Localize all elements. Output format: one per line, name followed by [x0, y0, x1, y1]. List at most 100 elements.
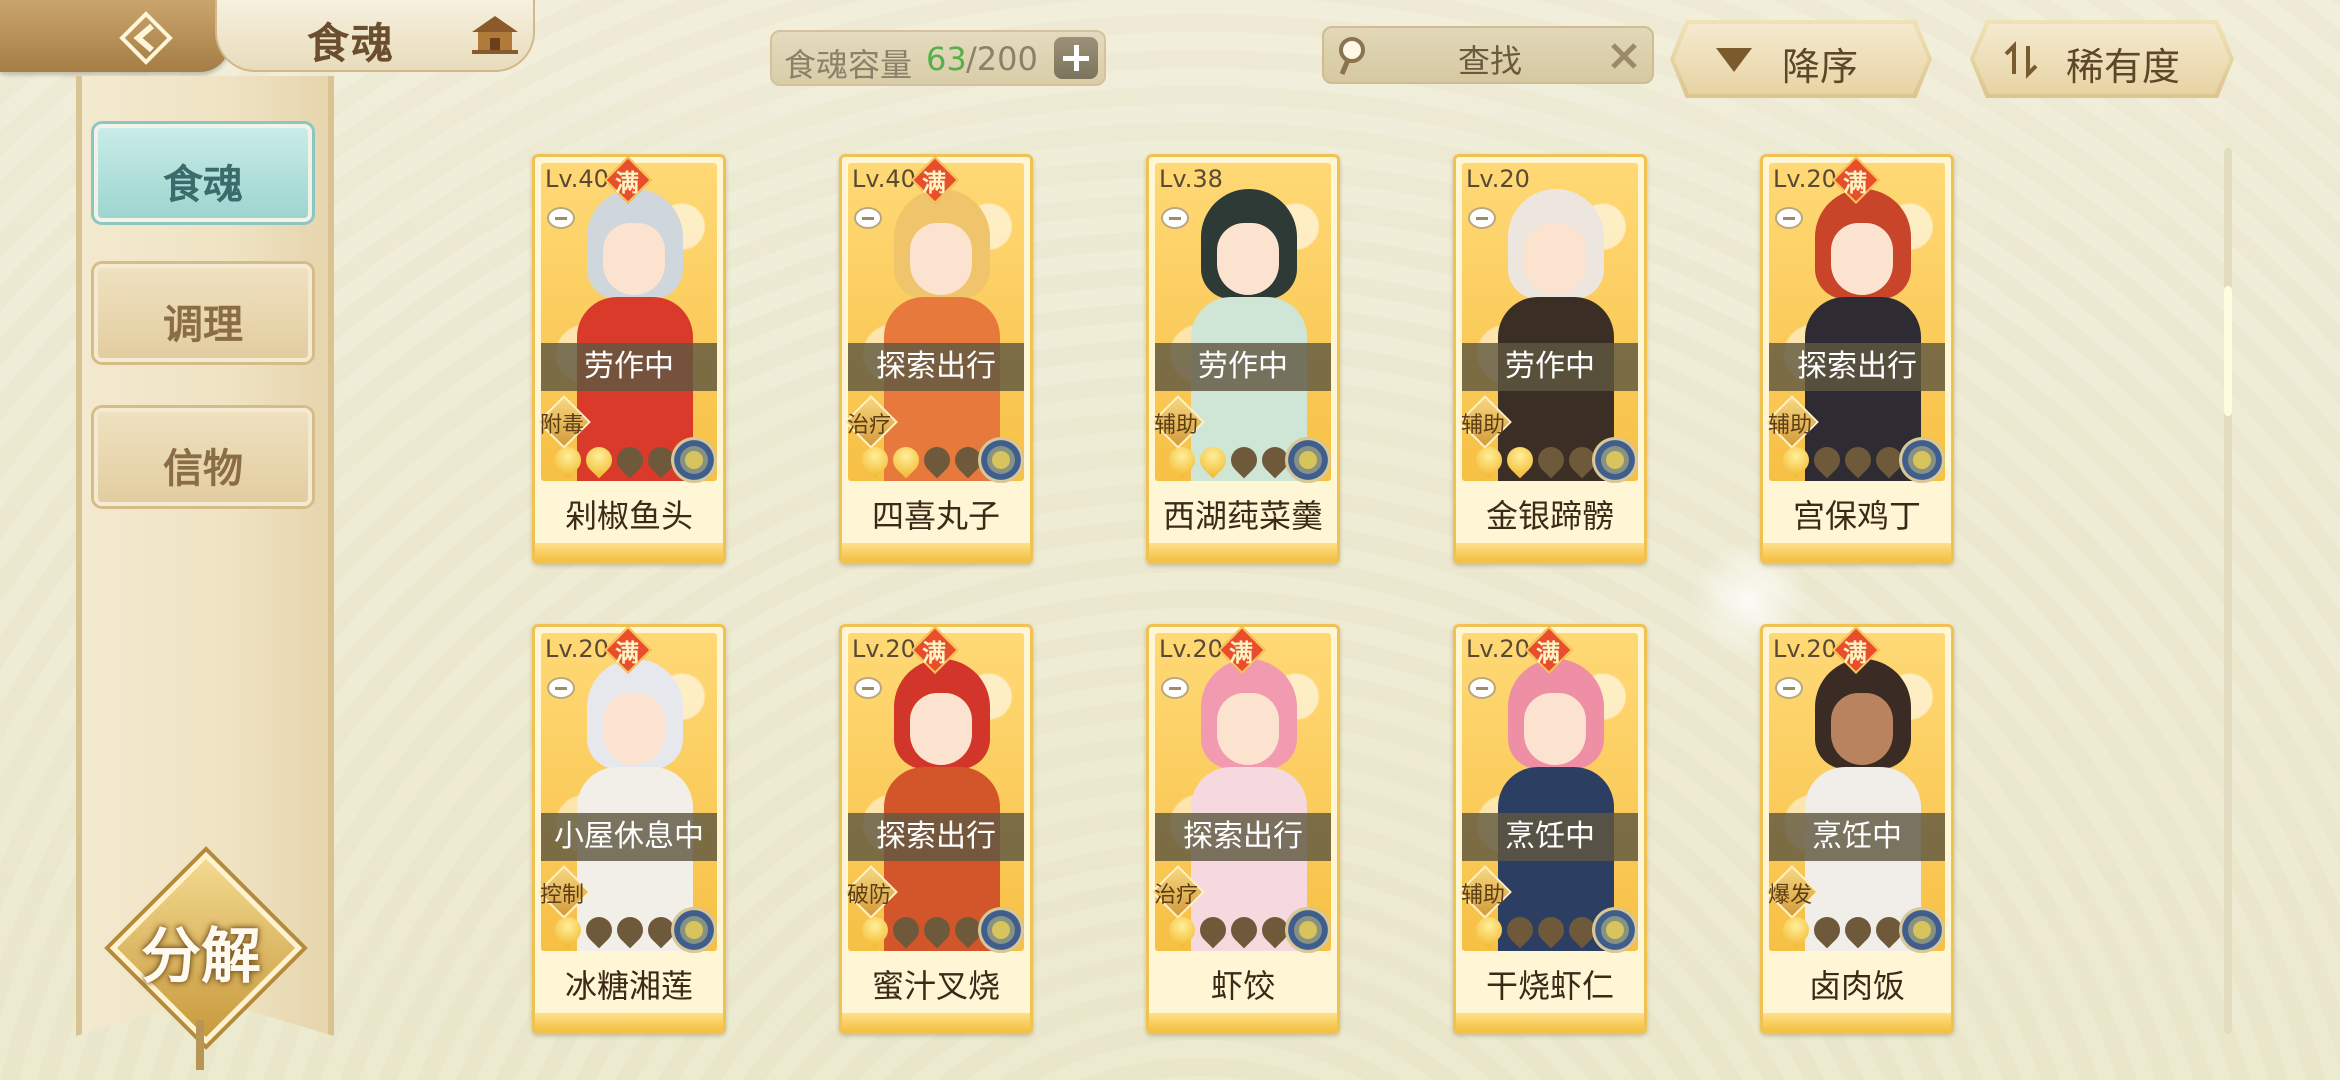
full-badge: 满 [603, 155, 653, 205]
card-name: 卤肉饭 [1808, 967, 1905, 1005]
sidebar-item-label: 信物 [163, 445, 243, 492]
full-badge: 满 [1524, 625, 1574, 675]
level-label: Lv.20 [1773, 635, 1837, 663]
level-label: Lv.20 [1466, 635, 1530, 663]
sort-rarity-button[interactable]: 稀有度 [1970, 20, 2234, 98]
flower-element-icon [1899, 437, 1945, 483]
food-soul-card[interactable]: Lv.20 劳作中 辅助 金银蹄髈 [1453, 154, 1647, 564]
status-banner: 探索出行 [848, 813, 1024, 861]
card-name: 蜜汁叉烧 [871, 967, 1000, 1005]
flower-element-icon [978, 437, 1024, 483]
mood-icon [1468, 677, 1496, 699]
full-badge: 满 [910, 625, 960, 675]
food-soul-card[interactable]: Lv.20 满 探索出行 破防 蜜汁叉烧 [839, 624, 1033, 1034]
mood-icon [1161, 207, 1189, 229]
status-banner: 探索出行 [1155, 813, 1331, 861]
food-soul-card[interactable]: Lv.20 满 烹饪中 辅助 干烧虾仁 [1453, 624, 1647, 1034]
search-input[interactable]: 查找 [1458, 36, 1522, 82]
card-name: 剁椒鱼头 [564, 497, 693, 535]
capacity-display: 食魂容量 63 /200 [770, 30, 1106, 86]
status-banner: 劳作中 [1155, 343, 1331, 391]
card-name: 冰糖湘莲 [564, 967, 693, 1005]
role-badge: 治疗 [1151, 865, 1205, 919]
mood-icon [854, 677, 882, 699]
search-icon [1339, 37, 1365, 75]
back-button[interactable] [0, 0, 230, 72]
level-label: Lv.38 [1159, 165, 1223, 193]
full-badge: 满 [1217, 625, 1267, 675]
level-label: Lv.20 [545, 635, 609, 663]
role-badge: 辅助 [1458, 865, 1512, 919]
food-soul-card[interactable]: Lv.20 满 小屋休息中 控制 冰糖湘莲 [532, 624, 726, 1034]
decompose-label: 分解 [141, 922, 261, 992]
decompose-button[interactable]: 分解 [109, 851, 303, 1045]
tassel-decoration [196, 1020, 204, 1070]
level-label: Lv.20 [1466, 165, 1530, 193]
card-name: 宫保鸡丁 [1792, 497, 1921, 535]
sidebar-item-token[interactable]: 信物 [94, 408, 312, 506]
full-badge: 满 [1831, 625, 1881, 675]
food-soul-card[interactable]: Lv.40 满 探索出行 治疗 四喜丸子 [839, 154, 1033, 564]
page-title: 食魂 [307, 19, 396, 68]
sort-arrows-icon [2004, 41, 2038, 79]
card-name: 西湖莼菜羹 [1162, 497, 1323, 535]
card-name: 四喜丸子 [871, 497, 1000, 535]
sort-rarity-label: 稀有度 [2066, 45, 2181, 89]
mood-icon [1775, 207, 1803, 229]
top-bar: 食魂 食魂容量 63 /200 查找 降序 稀有度 [0, 0, 2340, 98]
full-badge: 满 [603, 625, 653, 675]
role-badge: 辅助 [1151, 395, 1205, 449]
capacity-current: 63 [926, 40, 967, 78]
food-soul-card[interactable]: Lv.20 满 探索出行 治疗 虾饺 [1146, 624, 1340, 1034]
capacity-label: 食魂容量 [784, 46, 913, 84]
sidebar-item-food-soul[interactable]: 食魂 [94, 124, 312, 222]
search-box[interactable]: 查找 [1322, 26, 1654, 84]
card-name: 金银蹄髈 [1485, 497, 1614, 535]
triangle-down-icon [1716, 48, 1752, 72]
flower-element-icon [978, 907, 1024, 953]
capacity-max: /200 [966, 40, 1038, 78]
role-badge: 辅助 [1458, 395, 1512, 449]
role-badge: 破防 [844, 865, 898, 919]
status-banner: 探索出行 [1769, 343, 1945, 391]
flower-element-icon [1285, 907, 1331, 953]
back-arrow-icon [119, 11, 173, 65]
flower-element-icon [671, 437, 717, 483]
food-soul-card[interactable]: Lv.20 满 烹饪中 爆发 卤肉饭 [1760, 624, 1954, 1034]
flower-element-icon [1592, 437, 1638, 483]
status-banner: 探索出行 [848, 343, 1024, 391]
close-icon[interactable] [1608, 40, 1640, 72]
add-capacity-button[interactable] [1054, 37, 1098, 79]
home-icon[interactable] [470, 14, 520, 56]
scrollbar-thumb[interactable] [2224, 286, 2232, 416]
card-name: 虾饺 [1210, 967, 1275, 1005]
full-badge: 满 [910, 155, 960, 205]
role-badge: 爆发 [1765, 865, 1819, 919]
food-soul-card[interactable]: Lv.20 满 探索出行 辅助 宫保鸡丁 [1760, 154, 1954, 564]
mood-icon [1468, 207, 1496, 229]
sidebar-item-tuning[interactable]: 调理 [94, 264, 312, 362]
status-banner: 烹饪中 [1769, 813, 1945, 861]
role-badge: 控制 [537, 865, 591, 919]
food-soul-card[interactable]: Lv.38 劳作中 辅助 西湖莼菜羹 [1146, 154, 1340, 564]
full-badge: 满 [1831, 155, 1881, 205]
role-badge: 附毒 [537, 395, 591, 449]
mood-icon [547, 677, 575, 699]
status-banner: 劳作中 [541, 343, 717, 391]
scrollbar-track[interactable] [2224, 148, 2232, 1034]
flower-element-icon [1592, 907, 1638, 953]
status-banner: 烹饪中 [1462, 813, 1638, 861]
status-banner: 劳作中 [1462, 343, 1638, 391]
sort-desc-button[interactable]: 降序 [1670, 20, 1932, 98]
flower-element-icon [1285, 437, 1331, 483]
food-soul-card[interactable]: Lv.40 满 劳作中 附毒 剁椒鱼头 [532, 154, 726, 564]
flower-element-icon [1899, 907, 1945, 953]
level-label: Lv.20 [852, 635, 916, 663]
mood-icon [1775, 677, 1803, 699]
mood-icon [547, 207, 575, 229]
sort-desc-label: 降序 [1782, 45, 1859, 89]
sidebar-item-label: 调理 [163, 301, 243, 348]
mood-icon [1161, 677, 1189, 699]
flower-element-icon [671, 907, 717, 953]
level-label: Lv.40 [545, 165, 609, 193]
